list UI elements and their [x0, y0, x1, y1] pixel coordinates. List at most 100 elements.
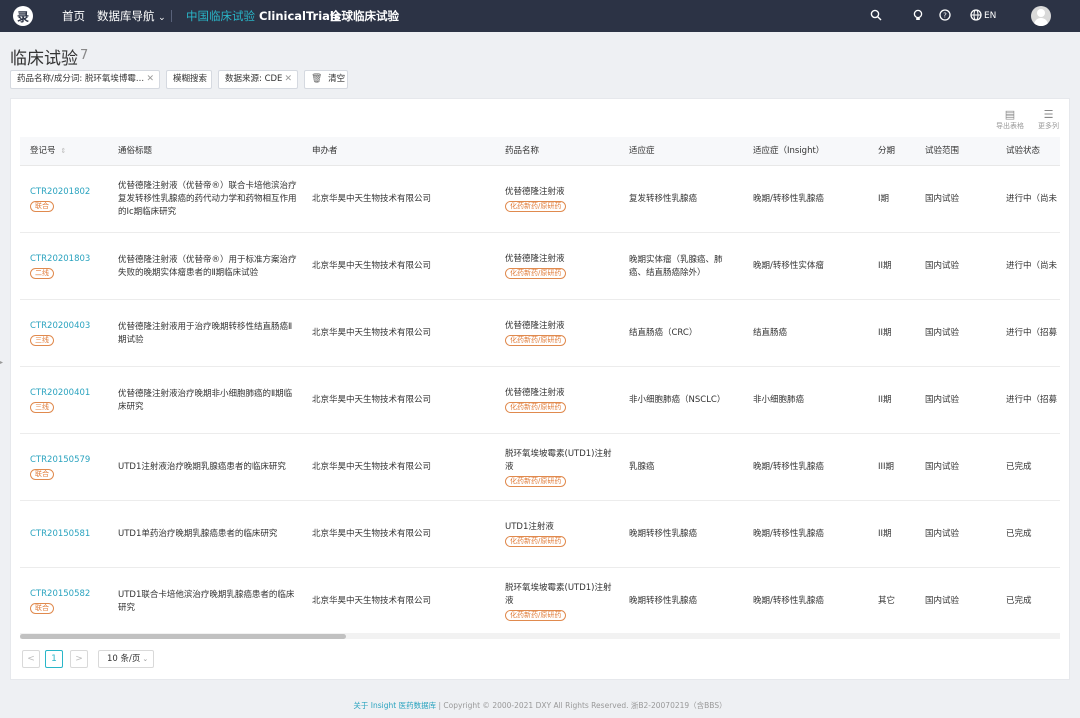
insight-indication-cell: 晚期/转移性乳腺癌 — [753, 462, 824, 472]
table-row[interactable]: CTR20201803 二线 优替德隆注射液（优替帝®）用于标准方案治疗失败的晚期… — [20, 233, 1060, 300]
chevron-down-icon: ⌄ — [142, 655, 149, 663]
status-cell: 进行中（尚未 — [1006, 194, 1058, 204]
drug-cell: 脱环氧埃坡霉素(UTD1)注射液 化药新药/原研药 — [505, 448, 613, 488]
title-cell: UTD1联合卡培他滨治疗晚期乳腺癌患者的临床研究 — [118, 590, 295, 613]
close-icon[interactable]: ✕ — [284, 71, 292, 88]
trash-icon: 🗑 — [311, 74, 323, 84]
scope-cell: 国内试验 — [925, 395, 960, 405]
indication-cell: 乳腺癌 — [629, 462, 655, 472]
nav-china-trials[interactable]: 中国临床试验 — [186, 0, 255, 32]
reg-number-link[interactable]: CTR20201802 — [30, 187, 90, 197]
drug-name: UTD1注射液 — [505, 522, 554, 532]
phase-cell: 其它 — [878, 596, 896, 606]
clear-filters-button[interactable]: 🗑 清空 — [304, 70, 348, 89]
close-icon[interactable]: ✕ — [146, 71, 154, 88]
table-row[interactable]: CTR20200403 三线 优替德隆注射液用于治疗晚期转移性结直肠癌Ⅱ期试验 北… — [20, 300, 1060, 367]
filter-chip-source[interactable]: 数据来源: CDE ✕ — [218, 70, 298, 89]
page-size-label: 10 条/页 — [107, 654, 141, 664]
filter-chip-drug-label: 药品名称/成分词: 脱环氧埃博霉... — [17, 74, 145, 84]
scope-cell: 国内试验 — [925, 596, 960, 606]
reg-number-link[interactable]: CTR20201803 — [30, 254, 90, 264]
table-row[interactable]: CTR20150579 联合 UTD1注射液治疗晚期乳腺癌患者的临床研究 北京华昊… — [20, 434, 1060, 501]
reg-number-link[interactable]: CTR20200403 — [30, 321, 90, 331]
insight-indication-cell: 晚期/转移性乳腺癌 — [753, 596, 824, 606]
indication-cell: 非小细胞肺癌（NSCLC） — [629, 395, 726, 405]
footer-about-link[interactable]: 关于 Insight 医药数据库 — [353, 701, 436, 710]
page-title: 临床试验 — [10, 49, 78, 69]
table-row[interactable]: CTR20150581 UTD1单药治疗晚期乳腺癌患者的临床研究 北京华昊中天生… — [20, 501, 1060, 568]
sort-icon[interactable]: ⇕ — [61, 147, 67, 155]
sponsor-cell: 北京华昊中天生物技术有限公司 — [312, 596, 432, 606]
column-header-reg-label: 登记号 — [30, 146, 56, 156]
drug-name: 脱环氧埃坡霉素(UTD1)注射液 — [505, 583, 612, 606]
indication-cell: 晚期转移性乳腺癌 — [629, 596, 698, 606]
nav-home[interactable]: 首页 — [62, 0, 85, 32]
line-tag: 三线 — [30, 335, 54, 346]
sponsor-cell: 北京华昊中天生物技术有限公司 — [312, 194, 432, 204]
filter-chip-fuzzy[interactable]: 模糊搜索 — [166, 70, 212, 89]
reg-cell: CTR20150579 联合 — [30, 454, 110, 481]
horizontal-scrollbar[interactable] — [20, 633, 1060, 639]
logo[interactable]: 录 — [13, 6, 33, 26]
avatar[interactable] — [1031, 6, 1051, 26]
nav-database[interactable]: 数据库导航 ⌄ — [97, 0, 166, 32]
column-header-scope: 试验范围 — [925, 146, 960, 156]
search-icon[interactable] — [869, 9, 883, 23]
nav-global-trials[interactable]: 全球临床试验 — [330, 0, 399, 32]
scrollbar-thumb[interactable] — [20, 634, 346, 639]
drug-cell: 优替德隆注射液 化药新药/原研药 — [505, 253, 613, 280]
indication-cell: 晚期实体瘤（乳腺癌、肺癌、结直肠癌除外） — [629, 255, 723, 278]
next-page-button[interactable]: > — [70, 650, 88, 668]
clear-filters-label: 清空 — [328, 74, 346, 84]
table-row[interactable]: CTR20150582 联合 UTD1联合卡培他滨治疗晚期乳腺癌患者的临床研究 北… — [20, 568, 1060, 635]
column-header-reg[interactable]: 登记号 ⇕ — [30, 137, 66, 166]
drug-name: 脱环氧埃坡霉素(UTD1)注射液 — [505, 449, 612, 472]
drug-cell: 优替德隆注射液 化药新药/原研药 — [505, 387, 613, 414]
help-icon[interactable]: ? — [938, 9, 952, 23]
column-header-indication: 适应症 — [629, 146, 655, 156]
sponsor-cell: 北京华昊中天生物技术有限公司 — [312, 529, 432, 539]
phase-cell: II期 — [878, 529, 892, 539]
nav-clinicaltrials[interactable]: ClinicalTrials — [259, 0, 341, 32]
reg-number-link[interactable]: CTR20150582 — [30, 589, 90, 599]
column-header-title: 通俗标题 — [118, 146, 153, 156]
drug-type-tag: 化药新药/原研药 — [505, 402, 567, 413]
table-row[interactable]: CTR20200401 三线 优替德隆注射液治疗晚期非小细胞肺癌的Ⅱ期临床研究 北… — [20, 367, 1060, 434]
table-row[interactable]: CTR20201802 联合 优替德隆注射液（优替帝®）联合卡培他滨治疗复发转移性… — [20, 166, 1060, 233]
result-count: 7 — [80, 48, 89, 63]
drug-type-tag: 化药新药/原研药 — [505, 536, 567, 547]
page-size-select[interactable]: 10 条/页 ⌄ — [98, 650, 154, 668]
top-nav: 录 首页 数据库导航 ⌄ 中国临床试验 ClinicalTrials 全球临床试… — [0, 0, 1080, 32]
line-tag: 三线 — [30, 402, 54, 413]
reg-number-link[interactable]: CTR20200401 — [30, 388, 90, 398]
status-cell: 已完成 — [1006, 462, 1032, 472]
export-table-button[interactable]: ▤ 导出表格 — [996, 109, 1024, 131]
reg-number-link[interactable]: CTR20150579 — [30, 455, 90, 465]
scope-cell: 国内试验 — [925, 328, 960, 338]
bulb-icon[interactable] — [911, 9, 925, 23]
scope-cell: 国内试验 — [925, 529, 960, 539]
reg-number-link[interactable]: CTR20150581 — [30, 529, 90, 539]
page-1-button[interactable]: 1 — [45, 650, 63, 668]
filter-chip-source-label: 数据来源: CDE — [225, 74, 283, 84]
filter-chip-drug[interactable]: 药品名称/成分词: 脱环氧埃博霉... ✕ — [10, 70, 160, 89]
line-tag: 联合 — [30, 603, 54, 614]
globe-icon[interactable] — [969, 9, 983, 23]
more-columns-button[interactable]: ☰ 更多列 — [1038, 109, 1059, 131]
prev-page-button[interactable]: < — [22, 650, 40, 668]
reg-cell: CTR20150582 联合 — [30, 588, 110, 615]
title-cell: 优替德隆注射液（优替帝®）用于标准方案治疗失败的晚期实体瘤患者的Ⅱ期临床试验 — [118, 255, 297, 278]
sidebar-toggle-icon[interactable]: ▸ — [0, 356, 6, 370]
column-header-status: 试验状态 — [1006, 146, 1041, 156]
drug-type-tag: 化药新药/原研药 — [505, 476, 567, 487]
line-tag: 联合 — [30, 201, 54, 212]
reg-cell: CTR20201803 二线 — [30, 253, 110, 280]
sponsor-cell: 北京华昊中天生物技术有限公司 — [312, 462, 432, 472]
export-table-label: 导出表格 — [996, 122, 1024, 130]
scope-cell: 国内试验 — [925, 261, 960, 271]
table-header: 登记号 ⇕ 通俗标题 申办者 药品名称 适应症 适应症（Insight） 分期 试… — [20, 137, 1060, 166]
sponsor-cell: 北京华昊中天生物技术有限公司 — [312, 261, 432, 271]
title-cell: UTD1注射液治疗晚期乳腺癌患者的临床研究 — [118, 462, 286, 472]
language-switch[interactable]: EN — [984, 0, 996, 32]
drug-cell: 优替德隆注射液 化药新药/原研药 — [505, 186, 613, 213]
